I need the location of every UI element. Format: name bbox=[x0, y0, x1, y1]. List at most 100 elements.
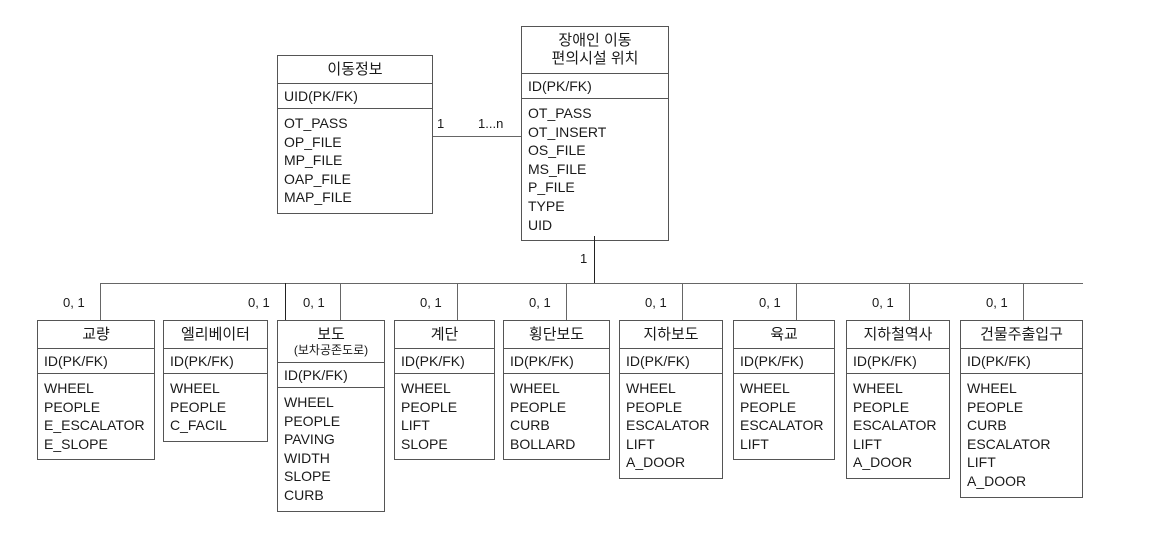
child-drop-line bbox=[285, 283, 286, 320]
move-info-primary-key: UID(PK/FK) bbox=[278, 84, 432, 109]
child-drop-line bbox=[682, 283, 683, 320]
attribute-row: OAP_FILE bbox=[284, 170, 351, 187]
disabled-facility-location-primary-key: ID(PK/FK) bbox=[522, 74, 668, 99]
move-info-entity[interactable]: 이동정보 UID(PK/FK) OT_PASS OP_FILE MP_FILE OAP_F… bbox=[277, 55, 433, 214]
attribute-row: PEOPLE bbox=[44, 398, 101, 415]
attribute-row: PEOPLE bbox=[510, 398, 567, 415]
child-1-attributes: WHEEL PEOPLE C_FACIL bbox=[164, 374, 267, 441]
child-2-primary-key: ID(PK/FK) bbox=[278, 363, 384, 388]
cardinality-child: 0, 1 bbox=[63, 295, 85, 310]
disabled-facility-location-entity[interactable]: 장애인 이동 편의시설 위치 ID(PK/FK) OT_PASS OT_INSERT O… bbox=[521, 26, 669, 242]
child-3-entity[interactable]: 계단 ID(PK/FK) WHEEL PEOPLE LIFT SLOPE bbox=[394, 320, 495, 461]
cardinality-child: 0, 1 bbox=[420, 295, 442, 310]
attribute-row: CURB bbox=[284, 486, 324, 503]
child-drop-line bbox=[909, 283, 910, 320]
attribute-row: WHEEL bbox=[284, 394, 334, 410]
cardinality-parent: 1 bbox=[580, 251, 588, 266]
cardinality-child: 0, 1 bbox=[645, 295, 667, 310]
cardinality-right: 1...n bbox=[478, 116, 504, 131]
child-6-attributes: WHEEL PEOPLE ESCALATOR LIFT bbox=[734, 374, 834, 459]
child-3-primary-key: ID(PK/FK) bbox=[395, 349, 494, 374]
child-0-title: 교량 bbox=[38, 321, 154, 349]
attribute-row: MP_FILE bbox=[284, 152, 343, 169]
attribute-row: ESCALATOR bbox=[740, 417, 824, 434]
child-1-title: 엘리베이터 bbox=[164, 321, 267, 349]
attribute-row: ESCALATOR bbox=[967, 435, 1051, 452]
hierarchy-bus bbox=[100, 283, 1083, 284]
attribute-row: A_DOOR bbox=[626, 454, 686, 471]
child-6-primary-key: ID(PK/FK) bbox=[734, 349, 834, 374]
cardinality-child: 0, 1 bbox=[529, 295, 551, 310]
er-diagram-canvas: 이동정보 UID(PK/FK) OT_PASS OP_FILE MP_FILE OAP_F… bbox=[0, 0, 1169, 534]
child-7-attributes: WHEEL PEOPLE ESCALATOR LIFT A_DOOR bbox=[847, 374, 949, 478]
move-info-attributes: OT_PASS OP_FILE MP_FILE OAP_FILE MAP_FILE bbox=[278, 109, 432, 213]
child-0-attributes: WHEEL PEOPLE E_ESCALATOR E_SLOPE bbox=[38, 374, 154, 459]
attribute-row: LIFT bbox=[740, 435, 769, 452]
child-3-attributes: WHEEL PEOPLE LIFT SLOPE bbox=[395, 374, 494, 459]
child-4-primary-key: ID(PK/FK) bbox=[504, 349, 609, 374]
child-6-entity[interactable]: 육교 ID(PK/FK) WHEEL PEOPLE ESCALATOR LIFT bbox=[733, 320, 835, 461]
attribute-row: PEOPLE bbox=[170, 398, 227, 415]
attribute-row: CURB bbox=[967, 417, 1007, 434]
attribute-row: WHEEL bbox=[967, 380, 1017, 396]
attribute-row: ESCALATOR bbox=[626, 417, 710, 434]
attribute-row: BOLLARD bbox=[510, 435, 576, 452]
child-drop-line bbox=[1023, 283, 1024, 320]
attribute-row: WHEEL bbox=[626, 380, 676, 396]
cardinality-child: 0, 1 bbox=[303, 295, 325, 310]
attribute-row: PAVING bbox=[284, 431, 335, 448]
hierarchy-trunk bbox=[594, 236, 595, 283]
attribute-row: WHEEL bbox=[44, 380, 94, 396]
attribute-row: PEOPLE bbox=[740, 398, 797, 415]
child-drop-line bbox=[340, 283, 341, 320]
attribute-row: SLOPE bbox=[284, 468, 331, 485]
attribute-row: OP_FILE bbox=[284, 133, 342, 150]
child-drop-line bbox=[457, 283, 458, 320]
attribute-row: LIFT bbox=[626, 435, 655, 452]
attribute-row: WHEEL bbox=[740, 380, 790, 396]
child-0-primary-key: ID(PK/FK) bbox=[38, 349, 154, 374]
child-0-entity[interactable]: 교량 ID(PK/FK) WHEEL PEOPLE E_ESCALATOR E_SLOPE bbox=[37, 320, 155, 461]
child-7-primary-key: ID(PK/FK) bbox=[847, 349, 949, 374]
child-3-title: 계단 bbox=[395, 321, 494, 349]
child-8-title: 건물주출입구 bbox=[961, 321, 1082, 349]
child-8-entity[interactable]: 건물주출입구 ID(PK/FK) WHEEL PEOPLE CURB ESCALATOR L… bbox=[960, 320, 1083, 498]
attribute-row: LIFT bbox=[853, 435, 882, 452]
child-7-entity[interactable]: 지하철역사 ID(PK/FK) WHEEL PEOPLE ESCALATOR LIFT A_… bbox=[846, 320, 950, 479]
attribute-row: OT_PASS bbox=[284, 115, 348, 131]
child-5-entity[interactable]: 지하보도 ID(PK/FK) WHEEL PEOPLE ESCALATOR LIFT A_D… bbox=[619, 320, 723, 479]
attribute-row: LIFT bbox=[401, 417, 430, 434]
attribute-row: OS_FILE bbox=[528, 142, 586, 159]
child-4-entity[interactable]: 횡단보도 ID(PK/FK) WHEEL PEOPLE CURB BOLLARD bbox=[503, 320, 610, 461]
move-info-title: 이동정보 bbox=[278, 56, 432, 84]
attribute-row: OT_INSERT bbox=[528, 123, 607, 140]
child-1-entity[interactable]: 엘리베이터 ID(PK/FK) WHEEL PEOPLE C_FACIL bbox=[163, 320, 268, 442]
attribute-row: PEOPLE bbox=[284, 412, 341, 429]
attribute-row: CURB bbox=[510, 417, 550, 434]
child-2-entity[interactable]: 보도 (보차공존도로) ID(PK/FK) WHEEL PEOPLE PAVING WIDT… bbox=[277, 320, 385, 512]
disabled-facility-location-title: 장애인 이동 편의시설 위치 bbox=[522, 27, 668, 74]
cardinality-child: 0, 1 bbox=[759, 295, 781, 310]
child-2-attributes: WHEEL PEOPLE PAVING WIDTH SLOPE CURB bbox=[278, 388, 384, 511]
attribute-row: E_ESCALATOR bbox=[44, 417, 145, 434]
child-2-title: 보도 (보차공존도로) bbox=[278, 321, 384, 363]
relationship-connector bbox=[433, 136, 521, 137]
attribute-row: WHEEL bbox=[853, 380, 903, 396]
attribute-row: WIDTH bbox=[284, 449, 330, 466]
child-6-title: 육교 bbox=[734, 321, 834, 349]
child-4-attributes: WHEEL PEOPLE CURB BOLLARD bbox=[504, 374, 609, 459]
attribute-row: WHEEL bbox=[510, 380, 560, 396]
child-1-primary-key: ID(PK/FK) bbox=[164, 349, 267, 374]
child-8-attributes: WHEEL PEOPLE CURB ESCALATOR LIFT A_DOOR bbox=[961, 374, 1082, 497]
attribute-row: TYPE bbox=[528, 197, 565, 214]
child-drop-line bbox=[100, 283, 101, 320]
attribute-row: WHEEL bbox=[401, 380, 451, 396]
attribute-row: UID bbox=[528, 216, 553, 233]
cardinality-child: 0, 1 bbox=[986, 295, 1008, 310]
attribute-row: MS_FILE bbox=[528, 160, 587, 177]
attribute-row: PEOPLE bbox=[853, 398, 910, 415]
attribute-row: MAP_FILE bbox=[284, 189, 352, 206]
attribute-row: P_FILE bbox=[528, 179, 575, 196]
cardinality-child: 0, 1 bbox=[248, 295, 270, 310]
attribute-row: A_DOOR bbox=[853, 454, 913, 471]
